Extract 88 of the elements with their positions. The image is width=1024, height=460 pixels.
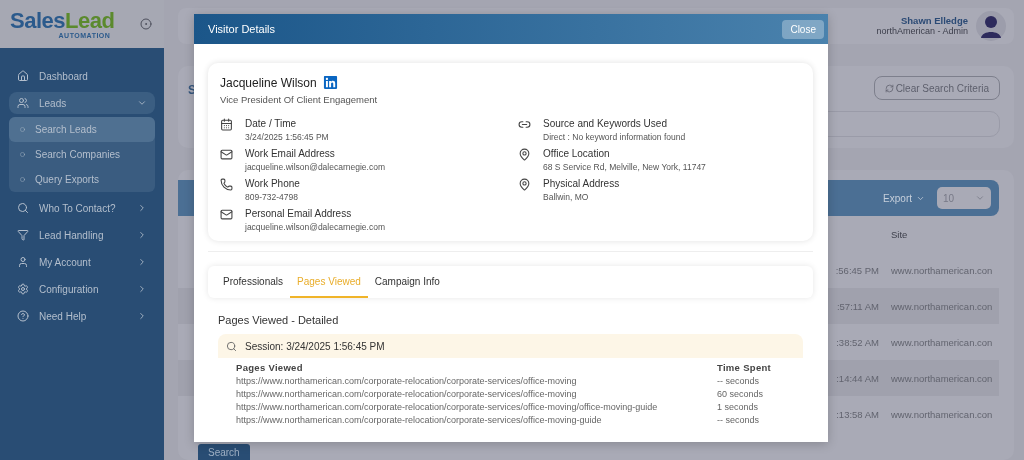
- nav-item[interactable]: Who To Contact?: [9, 197, 155, 219]
- detail-value: 3/24/2025 1:56:45 PM: [245, 132, 329, 142]
- chevron-right-icon: [137, 230, 147, 240]
- nav-icon: [17, 229, 29, 241]
- detail-label: Work Email Address: [245, 148, 336, 159]
- nav-item[interactable]: My Account: [9, 251, 155, 273]
- table-cell-text: www.northamerican.con: [891, 264, 994, 276]
- page-url: https://www.northamerican.com/corporate-relocation/corporate-services/office-moving: [236, 389, 578, 399]
- page-url: https://www.northamerican.com/corporate-relocation/corporate-services/office-moving/office-moving-guide: [236, 402, 659, 412]
- visitor-name: Jacqueline Wilson: [220, 75, 317, 90]
- time-spent: -- seconds: [717, 376, 761, 386]
- nav-subitem[interactable]: Search Companies: [9, 142, 155, 167]
- column-header: Site: [891, 228, 909, 240]
- nav-icon: [17, 70, 29, 82]
- nav-subitem[interactable]: Search Leads: [9, 117, 155, 142]
- sidebar-toggle-icon[interactable]: [140, 18, 152, 30]
- chevron-right-icon: [137, 284, 147, 294]
- section-title: Pages Viewed - Detailed: [218, 314, 340, 326]
- detail-icon: [518, 118, 531, 131]
- time-spent: 1 seconds: [717, 402, 760, 412]
- table-cell-text: www.northamerican.con: [891, 300, 994, 312]
- nav-item[interactable]: Dashboard: [9, 65, 155, 87]
- table-cell: :57:11 AM: [836, 300, 879, 312]
- tab[interactable]: Campaign Info: [367, 266, 447, 298]
- nav-icon: [17, 202, 29, 214]
- job-title: Vice President Of Client Engagement: [220, 94, 379, 105]
- linkedin-icon[interactable]: [322, 75, 338, 90]
- chevron-down-icon: [137, 98, 147, 108]
- column-header: Pages Viewed: [236, 362, 304, 373]
- table-cell-text: www.northamerican.con: [891, 408, 994, 420]
- nav-icon: [17, 310, 29, 322]
- nav-item[interactable]: Configuration: [9, 278, 155, 300]
- tab[interactable]: Pages Viewed: [290, 266, 368, 298]
- table-cell-text: www.northamerican.con: [891, 336, 994, 348]
- dialog-title: Visitor Details: [208, 23, 276, 35]
- bullet-icon: [20, 177, 25, 182]
- detail-value: jacqueline.wilson@dalecarnegie.com: [245, 222, 385, 232]
- time-spent: 60 seconds: [717, 389, 765, 399]
- detail-icon: [220, 178, 233, 191]
- nav-icon: [17, 97, 29, 109]
- search-button[interactable]: Search: [198, 444, 250, 460]
- detail-icon: [518, 178, 531, 191]
- avatar-icon[interactable]: [976, 11, 1006, 41]
- export-button[interactable]: Export: [883, 192, 925, 204]
- nav-item[interactable]: Lead Handling: [9, 224, 155, 246]
- session-header[interactable]: Session: 3/24/2025 1:56:45 PM: [218, 334, 803, 358]
- nav-icon: [17, 256, 29, 268]
- detail-value: 809-732-4798: [245, 192, 299, 202]
- detail-value: Direct : No keyword information found: [543, 132, 686, 142]
- column-header: Time Spent: [717, 362, 773, 373]
- time-spent: -- seconds: [717, 415, 761, 425]
- detail-label: Office Location: [543, 148, 611, 159]
- nav-icon: [17, 283, 29, 295]
- detail-icon: [220, 118, 233, 131]
- page-url: https://www.northamerican.com/corporate-relocation/corporate-services/office-moving-guide: [236, 415, 603, 425]
- close-button[interactable]: Close: [782, 19, 824, 39]
- detail-icon: [220, 148, 233, 161]
- refresh-icon: [884, 83, 894, 93]
- clear-search-button[interactable]: Clear Search Criteria: [873, 76, 1000, 100]
- bullet-icon: [20, 127, 25, 132]
- detail-icon: [518, 148, 531, 161]
- table-cell-text: www.northamerican.con: [891, 372, 994, 384]
- table-cell: :38:52 AM: [836, 336, 879, 348]
- detail-label: Source and Keywords Used: [543, 118, 668, 129]
- table-cell: :14:44 AM: [836, 372, 879, 384]
- detail-label: Date / Time: [245, 118, 298, 129]
- detail-value: 68 S Service Rd, Melville, New York, 11747: [543, 162, 706, 172]
- detail-label: Personal Email Address: [245, 208, 353, 219]
- user-role: northAmerican - Admin: [876, 26, 968, 38]
- chevron-down-icon: [975, 193, 985, 203]
- detail-value: jacqueline.wilson@dalecarnegie.com: [245, 162, 385, 172]
- tab[interactable]: Professionals: [216, 266, 291, 298]
- search-icon: [226, 340, 237, 352]
- detail-icon: [220, 208, 233, 221]
- bullet-icon: [20, 152, 25, 157]
- nav-item[interactable]: Need Help: [9, 305, 155, 327]
- detail-value: Ballwin, MO: [543, 192, 590, 202]
- chevron-right-icon: [137, 203, 147, 213]
- chevron-right-icon: [137, 257, 147, 267]
- detail-label: Physical Address: [543, 178, 620, 189]
- nav-item[interactable]: Leads: [9, 92, 155, 114]
- page-url: https://www.northamerican.com/corporate-relocation/corporate-services/office-moving: [236, 376, 578, 386]
- user-name: Shawn Elledge: [900, 14, 968, 27]
- detail-label: Work Phone: [245, 178, 300, 189]
- table-cell: :56:45 PM: [835, 264, 879, 276]
- chevron-right-icon: [137, 311, 147, 321]
- nav-subitem[interactable]: Query Exports: [9, 167, 155, 192]
- table-cell: :13:58 AM: [836, 408, 879, 420]
